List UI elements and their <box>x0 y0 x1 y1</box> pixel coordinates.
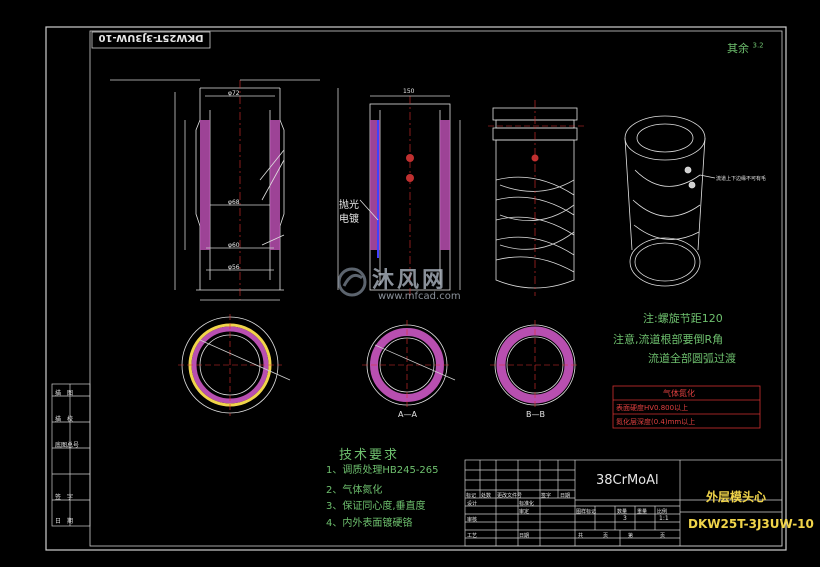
section-view-left <box>110 79 320 301</box>
tb-label-sheji: 设计 <box>467 501 478 507</box>
tb-label-ye: 页 <box>603 533 609 539</box>
dim-label-2: φ68 <box>228 199 240 206</box>
tb-label-qianzi: 签字 <box>541 493 552 499</box>
scale-value: 1:1 <box>659 515 669 522</box>
tb-label-bili: 比例 <box>657 509 668 515</box>
watermark-brand: 沐风网 <box>372 268 448 293</box>
dim-label-4: φ56 <box>228 264 240 271</box>
outside-view-helix <box>488 100 585 296</box>
part-name: 外层模头心 <box>706 490 767 504</box>
tb-label-riqi: 日期 <box>560 493 571 499</box>
dim-top-middle: 150 <box>403 88 415 95</box>
tech-item-3: 3、保证同心度,垂直度 <box>326 501 426 512</box>
tb-label-chushu: 处数 <box>481 493 492 499</box>
tb-label-gong: 共 <box>578 533 584 539</box>
tb-label-biaoji: 标记 <box>466 493 477 499</box>
tb-label-shenhe: 审核 <box>467 517 478 523</box>
roughness-label: 其余 <box>727 42 749 55</box>
tb-label-biaozhunhua: 标准化 <box>519 501 535 507</box>
dim-label-3: φ60 <box>228 242 240 249</box>
tb-label-gongyi: 工艺 <box>467 533 478 539</box>
polish-label: 抛光 <box>339 200 359 211</box>
section-circle-1 <box>178 314 291 416</box>
material-value: 38CrMoAl <box>596 473 659 488</box>
watermark-url: www.mfcad.com <box>378 291 461 302</box>
tb-label-tuyang: 图样标记 <box>576 509 597 515</box>
section-circle-bb <box>490 320 580 410</box>
section-bb-label: B—B <box>526 410 545 419</box>
tb-label-di: 第 <box>628 533 634 539</box>
iso-note: 流道上下边缘不可有毛 <box>716 176 767 182</box>
nitride-line-2: 氮化层深度(0.4)mm以上 <box>616 418 696 426</box>
tb-label-shending: 审定 <box>519 509 530 515</box>
side-label-5: 日 期 <box>55 518 74 525</box>
side-label-1: 描 图 <box>55 390 74 397</box>
side-label-3: 底图总号 <box>55 442 80 449</box>
section-circle-aa <box>362 320 456 410</box>
tb-label-zhongliang: 重量 <box>637 509 648 515</box>
tb-label-ye-2: 页 <box>660 533 666 539</box>
note-helix-pitch: 注:螺旋节距120 <box>643 312 723 325</box>
nitride-line-1: 表面硬度HV0.800以上 <box>616 404 689 412</box>
drawing-number: DKW25T-3J3UW-10 <box>688 517 814 531</box>
roughness-value: 3.2 <box>752 41 764 50</box>
note-fillet: 注意,流道根部要倒R角 <box>613 333 724 346</box>
tech-item-2: 2、气体氮化 <box>326 485 383 496</box>
nitride-title: 气体氮化 <box>663 389 695 398</box>
tb-label-genggai: 更改文件号 <box>497 493 523 499</box>
roughness-note: 其余 3.2 <box>727 40 764 56</box>
tb-label-shuliang: 数量 <box>617 509 628 515</box>
tb-label-riqi-2: 日期 <box>519 533 530 539</box>
section-aa-label: A—A <box>398 410 417 419</box>
sheet-count: 3 <box>623 515 627 522</box>
tech-item-1: 1、调质处理HB245-265 <box>326 465 439 476</box>
watermark-logo <box>337 267 367 297</box>
side-label-4: 签 字 <box>55 494 74 501</box>
rotated-drawing-code: DKW25T-3J3UW-10 <box>98 32 204 43</box>
side-label-2: 描 校 <box>55 416 74 423</box>
isometric-view <box>624 115 716 287</box>
side-strip <box>51 383 91 527</box>
note-arc: 流道全部圆弧过渡 <box>648 352 736 365</box>
plating-label: 电镀 <box>339 214 359 225</box>
tech-item-4: 4、内外表面镀硬铬 <box>326 518 413 529</box>
dim-label-1: φ72 <box>228 90 240 97</box>
